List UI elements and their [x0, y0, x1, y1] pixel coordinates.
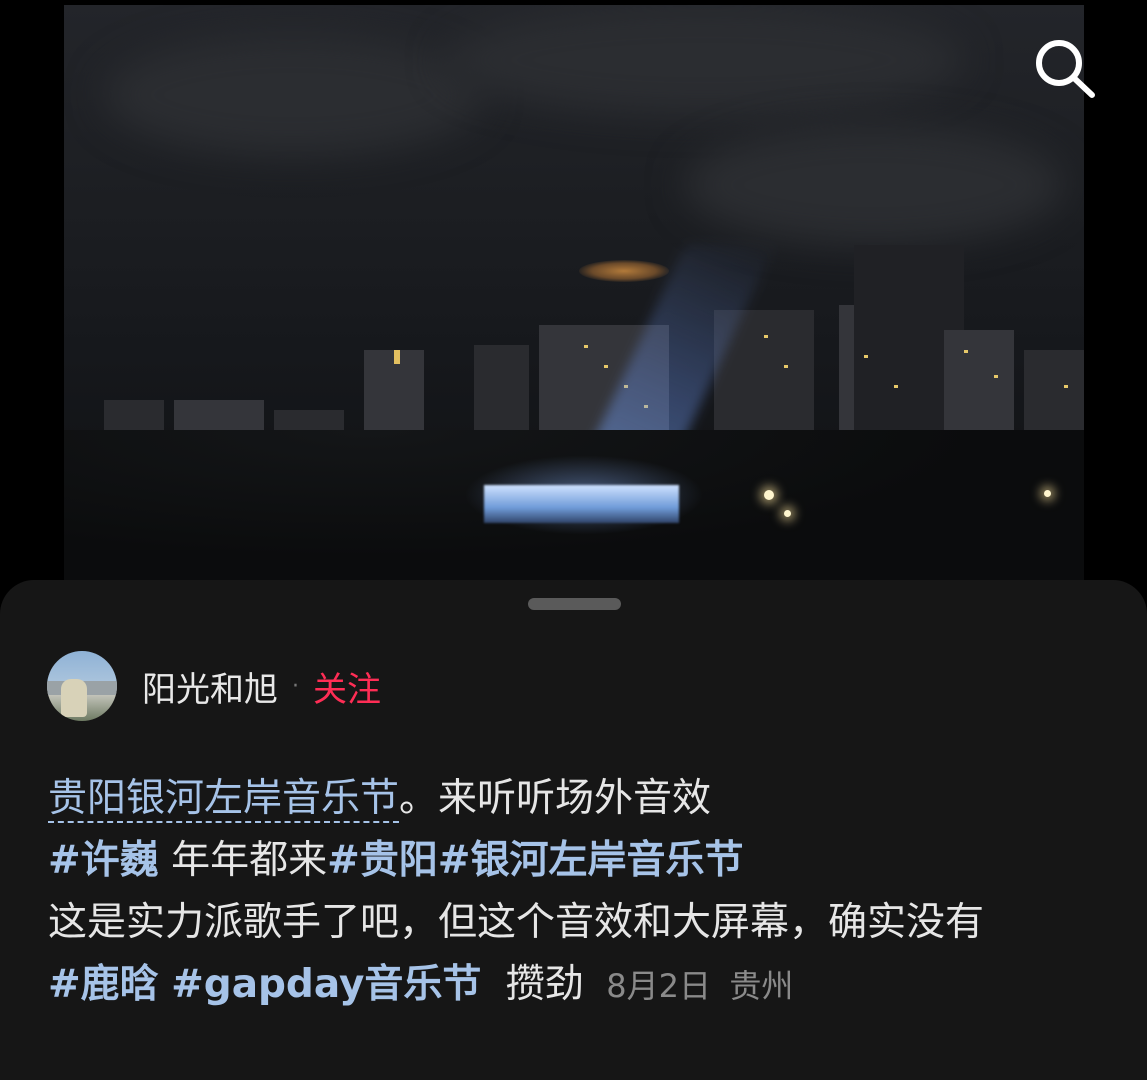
topic-link[interactable]: 贵阳银河左岸音乐节 — [48, 776, 400, 823]
street-lamp — [784, 510, 791, 517]
lit-window — [894, 385, 898, 388]
lit-window — [964, 350, 968, 353]
caption-text: 年年都来 — [158, 838, 328, 883]
search-button[interactable] — [1030, 35, 1100, 105]
cloud — [684, 125, 1064, 245]
caption-text: 攒劲 — [505, 962, 584, 1007]
lit-window — [784, 365, 788, 368]
cloud — [444, 5, 964, 115]
post-location: 贵州 — [729, 967, 794, 1005]
street-lamp — [1044, 490, 1051, 497]
street-lamp — [764, 490, 774, 500]
hashtag[interactable]: #gapday音乐节 — [171, 962, 481, 1007]
post-detail-sheet: 阳光和旭 · 关注 贵阳银河左岸音乐节。来听听场外音效 #许巍 年年都来#贵阳#… — [0, 580, 1147, 1080]
search-icon — [1036, 40, 1095, 98]
avatar[interactable] — [47, 651, 117, 721]
drag-handle[interactable] — [528, 598, 621, 610]
caption-line: #许巍 年年都来#贵阳#银河左岸音乐节 — [48, 830, 1118, 892]
post-date: 8月2日 — [606, 967, 711, 1005]
caption-line: 这是实力派歌手了吧，但这个音效和大屏幕，确实没有 — [48, 892, 1118, 954]
hashtag[interactable]: #许巍 — [48, 838, 159, 883]
hashtag[interactable]: #银河左岸音乐节 — [438, 838, 744, 883]
author-name[interactable]: 阳光和旭 — [142, 662, 278, 711]
caption-text: 。来听听场外音效 — [399, 776, 712, 821]
author-row: 阳光和旭 · 关注 — [47, 650, 381, 722]
lit-window — [604, 365, 608, 368]
caption-line: #鹿晗 #gapday音乐节 攒劲 8月2日 贵州 — [48, 954, 1118, 1016]
caption-line: 贵阳银河左岸音乐节。来听听场外音效 — [48, 768, 1118, 830]
follow-button[interactable]: 关注 — [313, 662, 381, 711]
hashtag[interactable]: #贵阳 — [327, 838, 438, 883]
separator-dot: · — [292, 673, 299, 699]
lit-window — [864, 355, 868, 358]
lit-window — [1064, 385, 1068, 388]
post-photo[interactable] — [64, 5, 1084, 580]
concert-stage — [484, 485, 679, 523]
moon-glow — [579, 260, 669, 282]
lit-window — [994, 375, 998, 378]
post-caption: 贵阳银河左岸音乐节。来听听场外音效 #许巍 年年都来#贵阳#银河左岸音乐节 这是… — [48, 768, 1118, 1016]
lit-window — [394, 350, 400, 364]
hashtag[interactable]: #鹿晗 — [48, 962, 159, 1007]
cloud — [104, 35, 484, 155]
caption-text: 这是实力派歌手了吧，但这个音效和大屏幕，确实没有 — [48, 900, 985, 945]
lit-window — [584, 345, 588, 348]
lit-window — [764, 335, 768, 338]
